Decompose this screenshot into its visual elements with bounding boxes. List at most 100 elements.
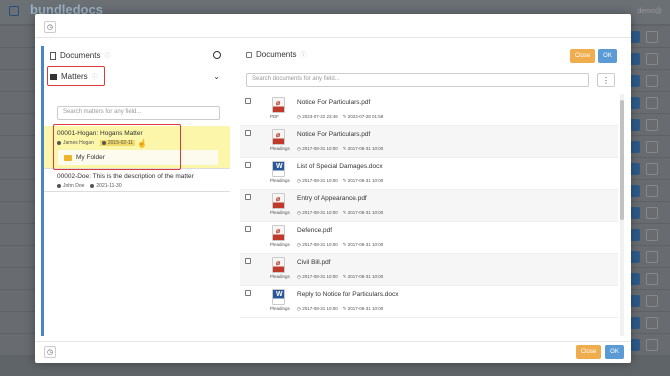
created-date: ◷ 2017-08-31 10:00 <box>297 146 338 151</box>
background-settings-icon <box>646 229 658 241</box>
document-row[interactable]: ⌀ PDF Notice For Particulars.pdf ◷ 2023-… <box>240 94 618 126</box>
document-list-scrollbar[interactable] <box>620 94 624 336</box>
document-checkbox[interactable] <box>245 194 251 200</box>
document-name: List of Special Damages.docx <box>297 163 383 170</box>
modified-date: ✎ 2017-08-31 10:00 <box>342 178 384 183</box>
background-settings-icon <box>646 295 658 307</box>
background-settings-icon <box>646 31 658 43</box>
modified-date: ✎ 2017-08-31 10:00 <box>342 210 384 215</box>
matter-title: 00002-Doe: This is the description of th… <box>57 173 194 180</box>
document-name: Defence.pdf <box>297 227 333 234</box>
footer-close-button[interactable]: Close <box>576 345 601 359</box>
document-search-input[interactable]: Search documents for any field... <box>246 73 589 87</box>
background-settings-icon <box>646 119 658 131</box>
documents-label: Documents <box>60 51 101 60</box>
background-settings-icon <box>646 75 658 87</box>
matter-owner: John Doe <box>57 183 84 189</box>
modified-date: ✎ 2017-08-31 10:00 <box>342 242 384 247</box>
background-settings-icon <box>646 207 658 219</box>
ok-button[interactable]: OK <box>598 49 617 63</box>
documents-label: Documents <box>256 50 297 59</box>
document-name: Civil Bill.pdf <box>297 259 331 266</box>
document-checkbox[interactable] <box>245 258 251 264</box>
document-list: ⌀ PDF Notice For Particulars.pdf ◷ 2023-… <box>240 94 618 336</box>
matter-meta: John Doe 2021-11-30 <box>57 183 122 189</box>
matters-annotation-box <box>47 66 105 86</box>
document-checkbox[interactable] <box>245 162 251 168</box>
document-tag: Pleadings <box>270 146 290 151</box>
document-tag: Pleadings <box>270 210 290 215</box>
more-options-button[interactable]: ⋮ <box>597 73 615 87</box>
created-date: ◷ 2017-08-31 10:00 <box>297 306 338 311</box>
document-row[interactable]: ⌀ Pleadings Notice For Particulars.pdf ◷… <box>240 126 618 158</box>
document-row[interactable]: ⌀ Pleadings Civil Bill.pdf ◷ 2017-08-31 … <box>240 254 618 286</box>
word-file-icon: W <box>272 161 285 177</box>
document-row[interactable]: ⌀ Pleadings Entry of Appearance.pdf ◷ 20… <box>240 190 618 222</box>
document-checkbox[interactable] <box>245 290 251 296</box>
document-row[interactable]: ⌀ Pleadings Defence.pdf ◷ 2017-08-31 10:… <box>240 222 618 254</box>
background-settings-icon <box>646 273 658 285</box>
created-date: ◷ 2017-08-31 10:00 <box>297 274 338 279</box>
matter-date: 2021-11-30 <box>90 183 122 189</box>
document-dates: ◷ 2017-08-31 10:00 ✎ 2017-08-31 10:00 <box>297 178 383 184</box>
background-settings-icon <box>646 251 658 263</box>
document-dates: ◷ 2017-08-31 10:00 ✎ 2017-08-31 10:00 <box>297 306 383 312</box>
modified-date: ✎ 2017-08-31 10:00 <box>342 146 384 151</box>
background-settings-icon <box>646 53 658 65</box>
matter-item-doe[interactable]: 00002-Doe: This is the description of th… <box>44 170 230 192</box>
modified-date: ✎ 2017-08-31 10:00 <box>342 306 384 311</box>
document-row[interactable]: W Pleadings Reply to Notice for Particul… <box>240 286 618 318</box>
clock-icon <box>90 183 95 188</box>
select-all-checkbox[interactable] <box>246 51 252 58</box>
user-icon <box>57 183 61 188</box>
created-date: ◷ 2017-08-31 10:00 <box>297 178 338 183</box>
matter-search-input[interactable]: Search matters for any field... <box>57 106 220 120</box>
created-date: ◷ 2017-08-31 10:00 <box>297 242 338 247</box>
document-icon <box>50 51 56 60</box>
document-name: Notice For Particulars.pdf <box>297 99 371 106</box>
search-icon[interactable] <box>213 51 221 59</box>
document-tag: Pleadings <box>270 242 290 247</box>
modal-header: ◷ <box>35 14 631 38</box>
info-icon: ⓘ <box>104 54 111 60</box>
document-checkbox[interactable] <box>245 226 251 232</box>
document-dates: ◷ 2017-08-31 10:00 ✎ 2017-08-31 10:00 <box>297 242 383 248</box>
info-icon: ⓘ <box>300 53 307 59</box>
close-button[interactable]: Close <box>570 49 595 63</box>
user-menu: demo@ <box>637 8 662 15</box>
document-tag: Pleadings <box>270 274 290 279</box>
modal-footer: ◷ Close OK <box>35 341 631 363</box>
chevron-down-icon[interactable]: ⌄ <box>213 72 220 81</box>
matter-annotation-box <box>53 124 181 170</box>
footer-ok-button[interactable]: OK <box>605 345 624 359</box>
document-checkbox[interactable] <box>245 98 251 104</box>
history-icon[interactable]: ◷ <box>44 21 56 33</box>
hand-cursor-icon: ☝ <box>137 139 147 148</box>
document-dates: ◷ 2017-08-31 10:00 ✎ 2017-08-31 10:00 <box>297 146 383 152</box>
document-tag: Pleadings <box>270 178 290 183</box>
document-row[interactable]: W Pleadings List of Special Damages.docx… <box>240 158 618 190</box>
modified-date: ✎ 2017-08-31 10:00 <box>342 274 384 279</box>
document-tag: Pleadings <box>270 306 290 311</box>
document-picker-modal: ◷ Documents ⓘ Matters ⓘ ⌄ Search matters… <box>35 14 631 363</box>
pdf-file-icon: ⌀ <box>272 257 285 273</box>
document-name: Reply to Notice for Particulars.docx <box>297 291 399 298</box>
modified-date: ✎ 2023-07-28 01:58 <box>342 114 384 119</box>
scroll-thumb[interactable] <box>620 100 624 220</box>
created-date: ◷ 2023-07-22 23:46 <box>297 114 338 119</box>
word-file-icon: W <box>272 289 285 305</box>
history-icon[interactable]: ◷ <box>44 346 56 358</box>
background-settings-icon <box>646 141 658 153</box>
document-dates: ◷ 2017-08-31 10:00 ✎ 2017-08-31 10:00 <box>297 210 383 216</box>
source-panel: Documents ⓘ Matters ⓘ ⌄ Search matters f… <box>41 46 230 336</box>
documents-header: Documents ⓘ <box>246 50 306 59</box>
documents-section-header[interactable]: Documents ⓘ <box>50 51 110 60</box>
document-checkbox[interactable] <box>245 130 251 136</box>
document-name: Entry of Appearance.pdf <box>297 195 367 202</box>
pdf-file-icon: ⌀ <box>272 193 285 209</box>
background-settings-icon <box>646 97 658 109</box>
created-date: ◷ 2017-08-31 10:00 <box>297 210 338 215</box>
background-settings-icon <box>646 339 658 351</box>
pdf-file-icon: ⌀ <box>272 97 285 113</box>
documents-panel: Documents ⓘ Close OK Search documents fo… <box>240 46 624 336</box>
